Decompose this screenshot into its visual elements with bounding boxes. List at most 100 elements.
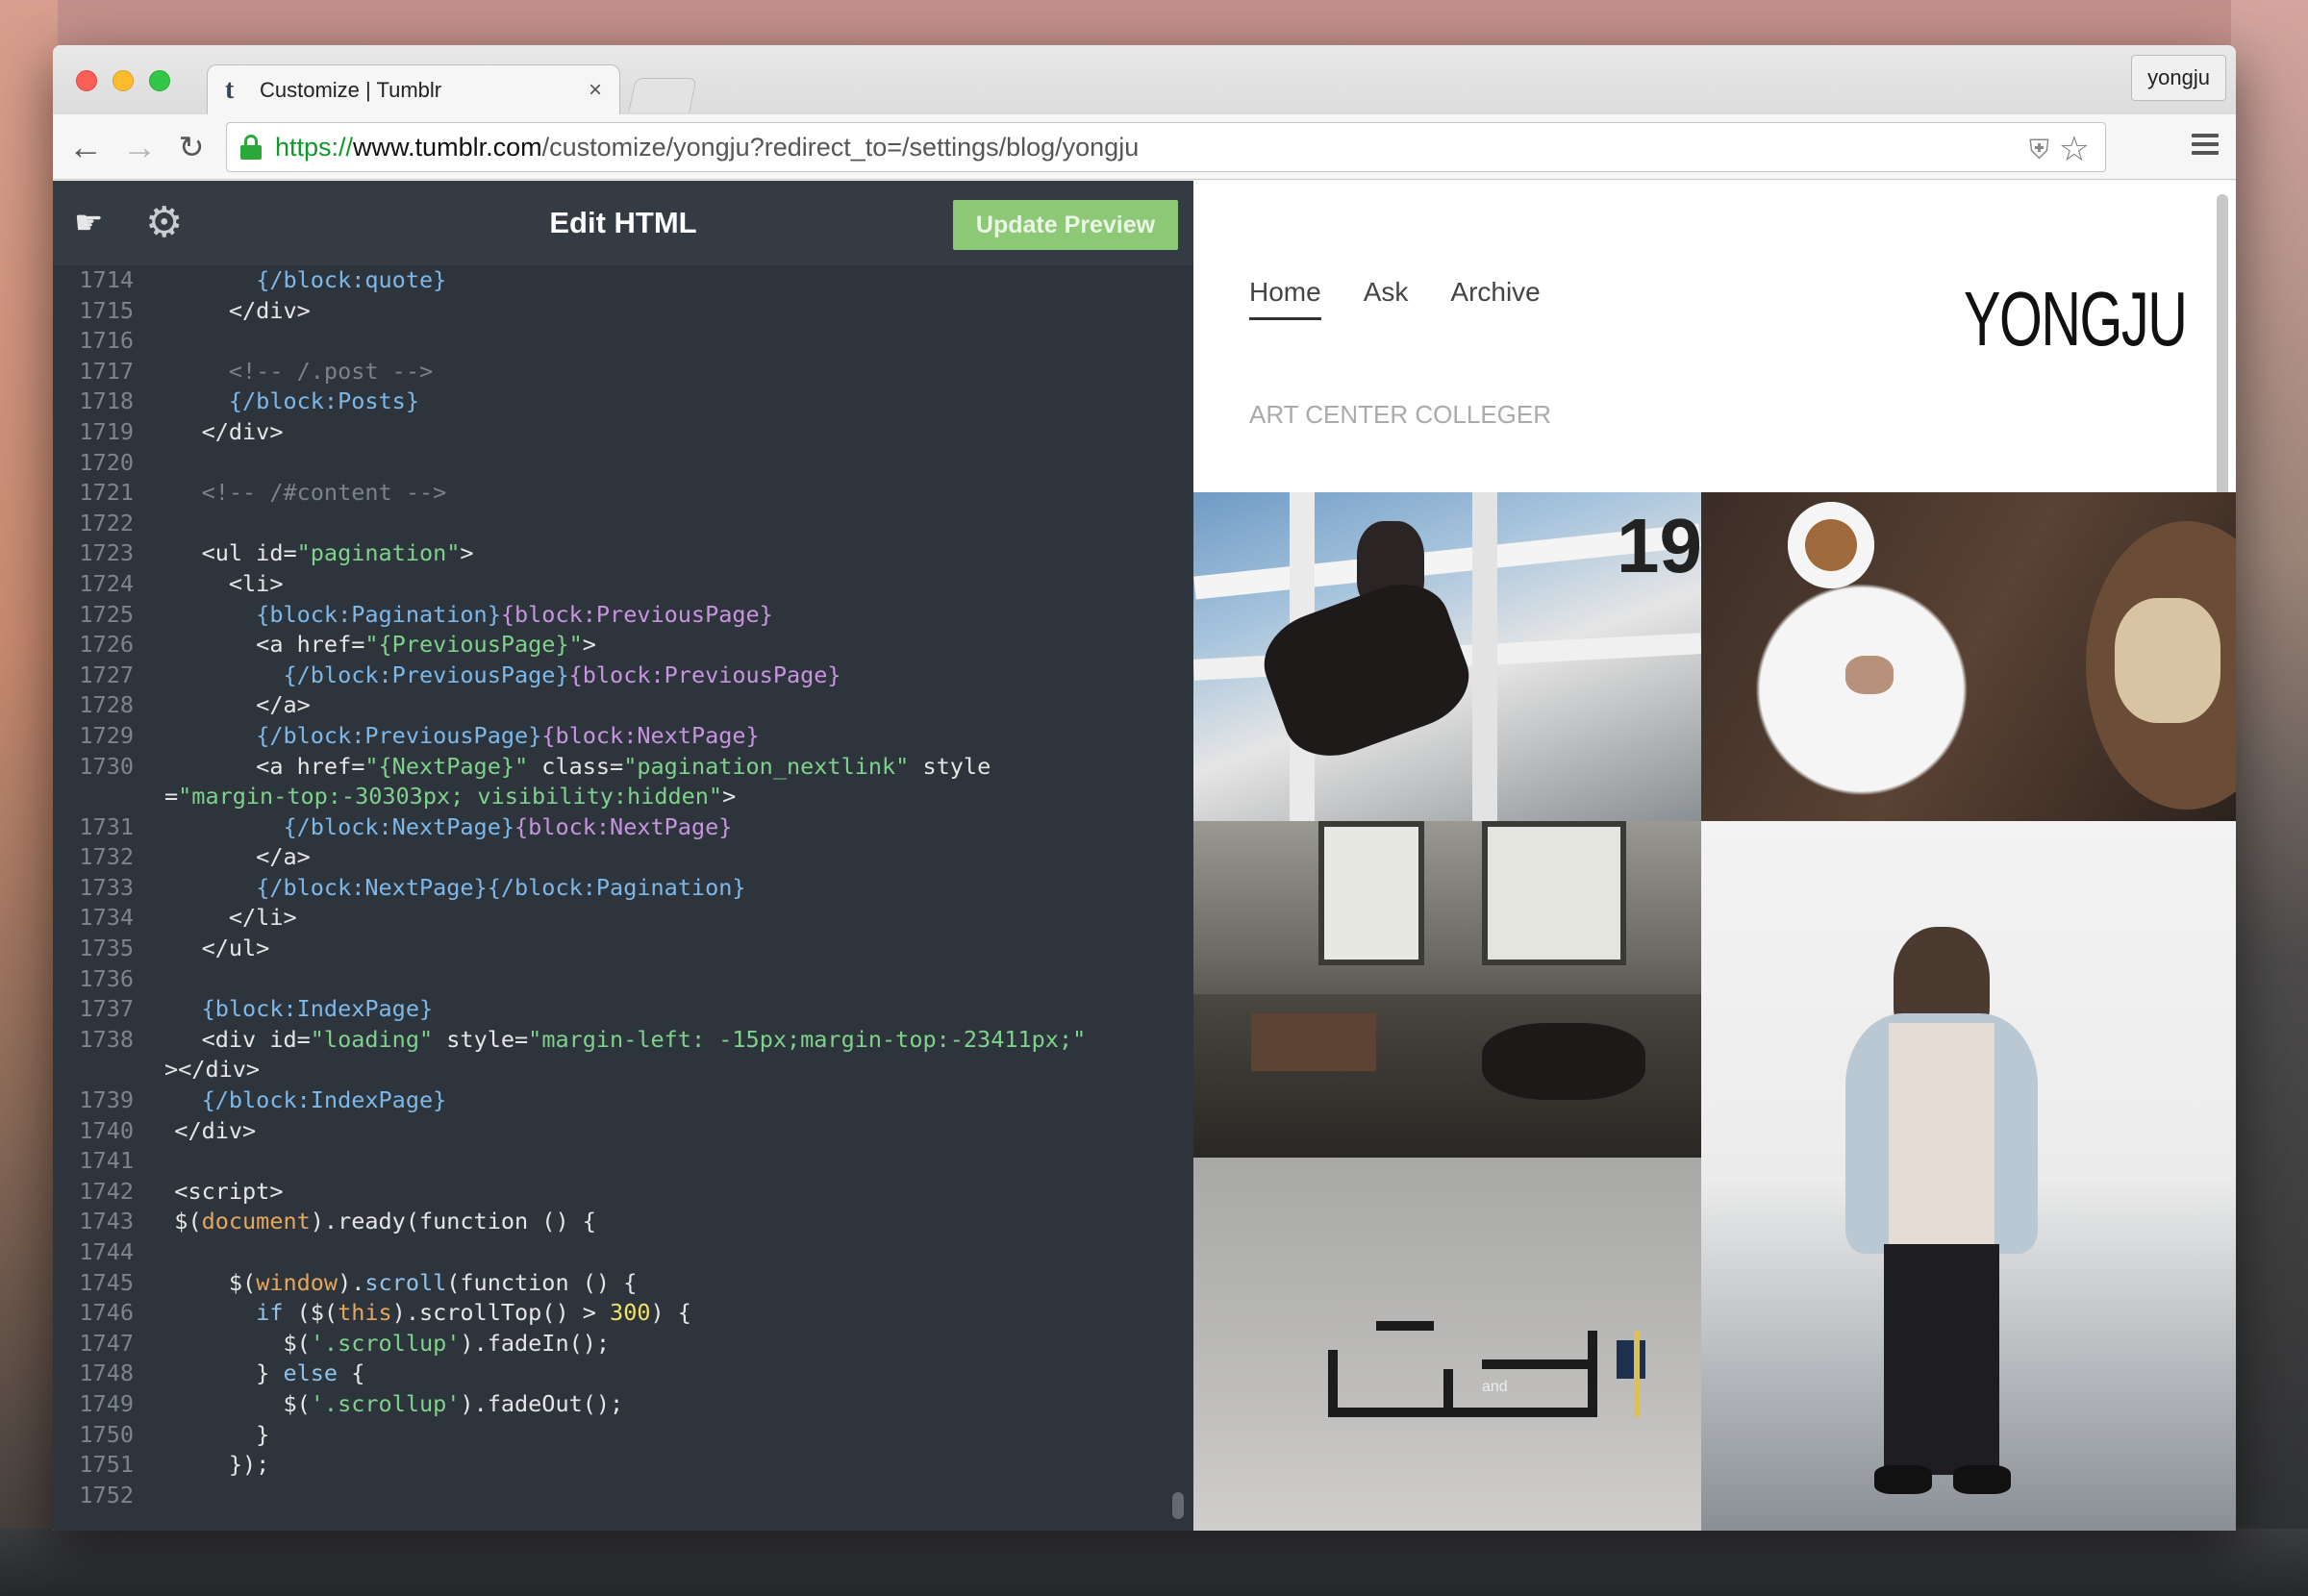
code-line[interactable]: 1727 {/block:PreviousPage}{block:Previou… [53,661,1193,691]
line-number: 1742 [79,1177,134,1205]
nav-archive[interactable]: Archive [1450,277,1540,320]
close-window-button[interactable] [76,70,97,91]
code-line[interactable]: 1741 [53,1146,1193,1177]
html-editor-pane: ☛ ⚙ Edit HTML Update Preview 1714 {/bloc… [53,181,1193,1531]
line-number: 1733 [79,873,134,901]
code-line[interactable]: 1726 <a href="{PreviousPage}"> [53,630,1193,661]
code-line[interactable]: ></div> [53,1055,1193,1085]
reload-icon[interactable]: ↻ [172,128,211,166]
shield-icon[interactable]: ⛨ [2029,135,2049,166]
code-token: else [283,1359,339,1387]
code-line[interactable]: 1723 <ul id="pagination"> [53,538,1193,569]
photo-woman-denim-jacket[interactable] [1701,821,2236,1531]
code-line[interactable]: 1739 {/block:IndexPage} [53,1085,1193,1116]
code-line[interactable]: 1743 $(document).ready(function () { [53,1207,1193,1237]
code-token: { [338,1359,365,1387]
editor-header: ☛ ⚙ Edit HTML Update Preview [53,181,1193,265]
blog-preview-pane: Home Ask Archive ART CENTER COLLEGER YON… [1193,181,2236,1531]
photo-workshop-motorcycle[interactable] [1193,821,1701,1158]
nav-ask[interactable]: Ask [1364,277,1409,320]
line-number: 1746 [79,1299,134,1327]
photo-wall-shelf[interactable]: and [1193,1158,1701,1531]
code-line[interactable]: 1740 </div> [53,1116,1193,1147]
code-line[interactable]: 1736 [53,964,1193,995]
code-token: <a href= [147,752,365,780]
code-line[interactable]: 1718 {/block:Posts} [53,387,1193,417]
code-line[interactable]: 1733 {/block:NextPage}{/block:Pagination… [53,873,1193,904]
code-line[interactable]: 1730 <a href="{NextPage}" class="paginat… [53,752,1193,783]
code-token: document [201,1208,311,1235]
code-line[interactable]: 1735 </ul> [53,934,1193,964]
line-number: 1748 [79,1359,134,1387]
line-number: 1723 [79,539,134,567]
code-line[interactable]: 1719 </div> [53,417,1193,448]
blog-logo[interactable]: YONGJU [1964,275,2188,363]
tab-close-icon[interactable]: × [589,77,602,104]
photo-coffee-bread[interactable] [1701,492,2236,821]
line-number: 1716 [79,327,134,355]
gear-icon[interactable]: ⚙ [145,198,183,247]
code-token: style [909,752,991,780]
code-token: {block:PreviousPage} [568,661,841,688]
code-line[interactable]: 1714 {/block:quote} [53,265,1193,296]
code-line[interactable]: 1737 {block:IndexPage} [53,994,1193,1025]
code-editor[interactable]: 1714 {/block:quote} 1715 </div> 1716 1717 <… [53,265,1193,1531]
code-line[interactable]: 1732 </a> [53,842,1193,873]
back-hand-icon[interactable]: ☛ [74,204,103,242]
code-token: {/block:NextPage} [283,812,515,840]
code-line[interactable]: 1746 if ($(this).scrollTop() > 300) { [53,1298,1193,1329]
code-token: "loading" [310,1025,434,1053]
code-line[interactable]: 1725 {block:Pagination}{block:PreviousPa… [53,600,1193,631]
code-line[interactable]: ="margin-top:-30303px; visibility:hidden… [53,782,1193,812]
minimize-window-button[interactable] [113,70,134,91]
code-line[interactable]: 1715 </div> [53,296,1193,327]
code-line[interactable]: 1720 [53,448,1193,479]
code-scrollbar[interactable] [1172,1492,1184,1519]
back-arrow-icon[interactable]: ← [66,128,105,166]
star-icon[interactable]: ☆ [2059,129,2090,169]
profile-button[interactable]: yongju [2131,55,2226,101]
code-token: class= [528,752,624,780]
code-token: </ul> [147,935,270,962]
line-number: 1747 [79,1329,134,1357]
code-line[interactable]: 1729 {/block:PreviousPage}{block:NextPag… [53,721,1193,752]
line-number: 1729 [79,721,134,749]
code-line[interactable]: 1744 [53,1237,1193,1268]
code-token: <li> [147,569,284,597]
code-line[interactable]: 1717 <!-- /.post --> [53,357,1193,387]
hamburger-menu-icon[interactable] [2192,134,2219,160]
code-line[interactable]: 1722 [53,509,1193,539]
new-tab-button[interactable] [628,78,697,112]
code-line[interactable]: 1751 }); [53,1450,1193,1481]
update-preview-button[interactable]: Update Preview [953,200,1178,250]
code-token: </div> [147,1116,257,1144]
code-line[interactable]: 1724 <li> [53,569,1193,600]
nav-home[interactable]: Home [1249,277,1321,320]
code-token: ></div> [164,1056,261,1084]
code-line[interactable]: 1748 } else { [53,1359,1193,1389]
photo-lifeguard-tower[interactable]: 19 [1193,492,1701,821]
code-line[interactable]: 1716 [53,326,1193,357]
browser-window: t Customize | Tumblr × yongju ← → ↻ http… [53,45,2236,1531]
code-line[interactable]: 1747 $('.scrollup').fadeIn(); [53,1329,1193,1359]
code-line[interactable]: 1750 } [53,1420,1193,1451]
zoom-window-button[interactable] [149,70,170,91]
address-bar[interactable]: https://www.tumblr.com/customize/yongju?… [226,122,2106,172]
code-line[interactable]: 1742 <script> [53,1177,1193,1208]
code-line[interactable]: 1721 <!-- /#content --> [53,478,1193,509]
line-number: 1741 [79,1147,134,1175]
line-number: 1740 [79,1116,134,1144]
code-line[interactable]: 1749 $('.scrollup').fadeOut(); [53,1389,1193,1420]
shelf-sign: and [1482,1379,1508,1395]
code-line[interactable]: 1731 {/block:NextPage}{block:NextPage} [53,812,1193,843]
code-line[interactable]: 1745 $(window).scroll(function () { [53,1268,1193,1299]
code-line[interactable]: 1734 </li> [53,903,1193,934]
code-token: {/block:quote} [256,266,447,293]
code-line[interactable]: 1728 </a> [53,690,1193,721]
forward-arrow-icon[interactable]: → [120,128,159,166]
tab-customize-tumblr[interactable]: t Customize | Tumblr × [207,64,620,114]
code-line[interactable]: 1738 <div id="loading" style="margin-lef… [53,1025,1193,1056]
code-line[interactable]: 1752 [53,1481,1193,1511]
